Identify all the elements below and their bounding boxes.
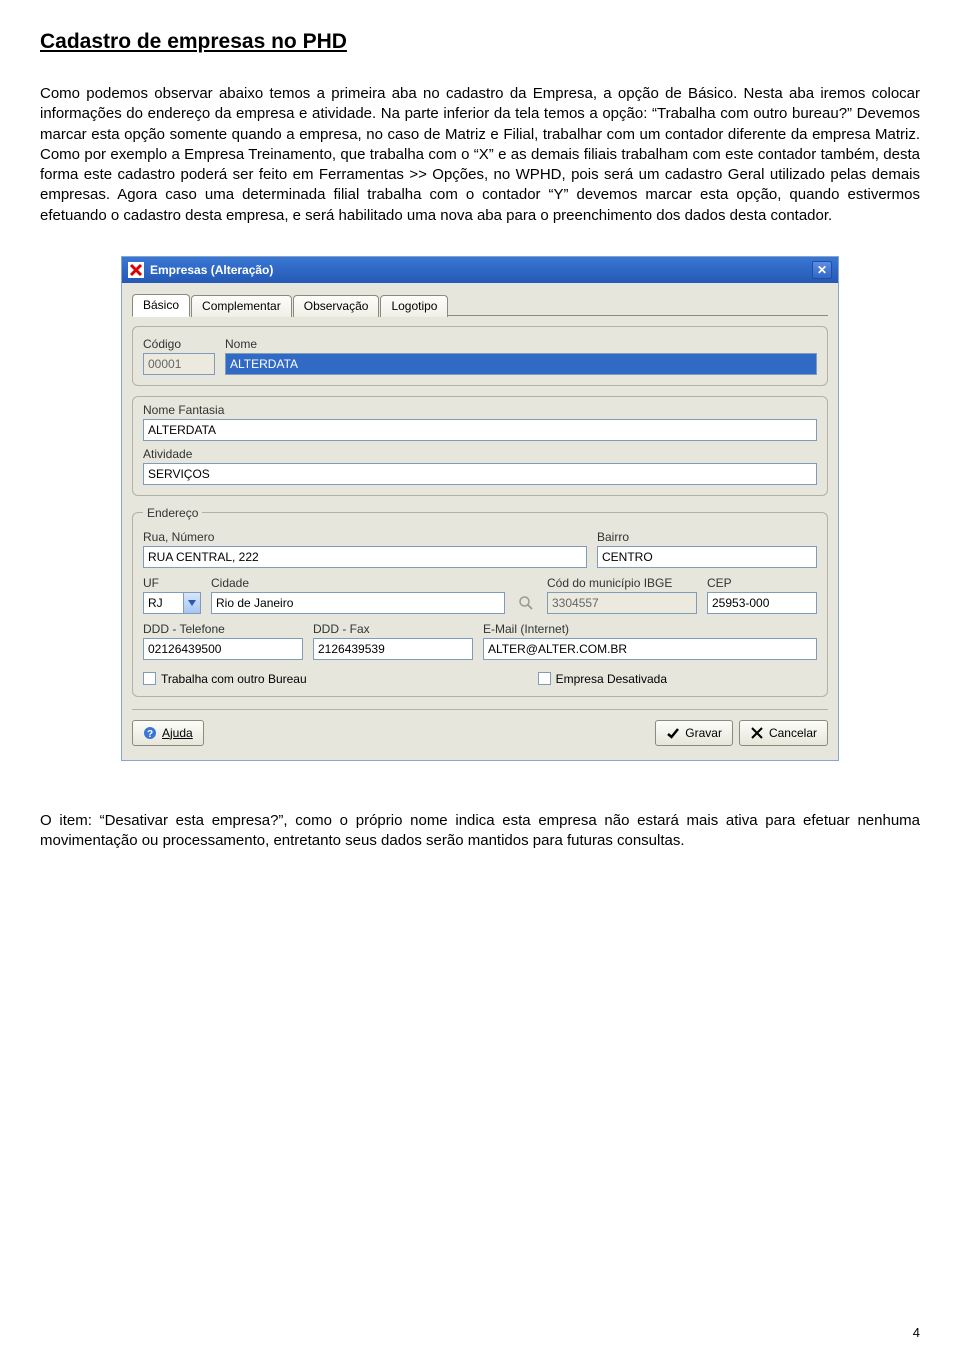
cancel-icon (750, 726, 764, 740)
nome-fantasia-input[interactable] (143, 419, 817, 441)
tab-bar: Básico Complementar Observação Logotipo (132, 293, 828, 316)
close-icon: ✕ (817, 264, 827, 276)
cancelar-label: Cancelar (769, 726, 817, 740)
uf-dropdown-button[interactable] (183, 592, 201, 614)
atividade-input[interactable] (143, 463, 817, 485)
group-fantasia-atividade: Nome Fantasia Atividade (132, 396, 828, 496)
checkbox-empresa-desativada[interactable]: Empresa Desativada (538, 672, 667, 686)
search-icon (518, 595, 534, 611)
label-cep: CEP (707, 576, 817, 590)
label-uf: UF (143, 576, 201, 590)
nome-input[interactable] (225, 353, 817, 375)
bairro-input[interactable] (597, 546, 817, 568)
label-cidade: Cidade (211, 576, 505, 590)
rua-input[interactable] (143, 546, 587, 568)
tab-observacao[interactable]: Observação (293, 295, 380, 317)
cep-input[interactable] (707, 592, 817, 614)
checkbox-label-desativada: Empresa Desativada (556, 672, 667, 686)
gravar-label: Gravar (685, 726, 722, 740)
label-rua: Rua, Número (143, 530, 587, 544)
label-email: E-Mail (Internet) (483, 622, 817, 636)
doc-outro: O item: “Desativar esta empresa?”, como … (40, 811, 920, 852)
group-codigo-nome: Código Nome (132, 326, 828, 386)
label-nome: Nome (225, 337, 817, 351)
ibge-input (547, 592, 697, 614)
doc-paragraph: Como podemos observar abaixo temos a pri… (40, 84, 920, 226)
gravar-button[interactable]: Gravar (655, 720, 733, 746)
app-icon (128, 262, 144, 278)
ajuda-button[interactable]: ? Ajuda (132, 720, 204, 746)
label-ddd-fax: DDD - Fax (313, 622, 473, 636)
checkbox-outro-bureau[interactable]: Trabalha com outro Bureau (143, 672, 307, 686)
email-input[interactable] (483, 638, 817, 660)
button-row: ? Ajuda Gravar Cancelar (132, 720, 828, 746)
label-ddd-tel: DDD - Telefone (143, 622, 303, 636)
ddd-tel-input[interactable] (143, 638, 303, 660)
svg-text:?: ? (147, 729, 153, 740)
checkbox-box-icon (538, 672, 551, 685)
close-button[interactable]: ✕ (812, 261, 832, 279)
label-ibge: Cód do município IBGE (547, 576, 697, 590)
chevron-down-icon (188, 600, 196, 606)
label-bairro: Bairro (597, 530, 817, 544)
separator (132, 709, 828, 710)
checkbox-box-icon (143, 672, 156, 685)
label-atividade: Atividade (143, 447, 817, 461)
codigo-input (143, 353, 215, 375)
titlebar: Empresas (Alteração) ✕ (122, 257, 838, 283)
window-title: Empresas (Alteração) (150, 263, 812, 277)
help-icon: ? (143, 726, 157, 740)
doc-heading: Cadastro de empresas no PHD (40, 30, 920, 54)
cancelar-button[interactable]: Cancelar (739, 720, 828, 746)
empresas-window: Empresas (Alteração) ✕ Básico Complement… (121, 256, 839, 761)
tab-complementar[interactable]: Complementar (191, 295, 292, 317)
check-icon (666, 726, 680, 740)
legend-endereco: Endereço (143, 506, 202, 520)
group-endereco: Endereço Rua, Número Bairro UF (132, 506, 828, 697)
label-nome-fantasia: Nome Fantasia (143, 403, 817, 417)
page-number: 4 (913, 1325, 920, 1340)
tab-basico[interactable]: Básico (132, 294, 190, 317)
ajuda-label: Ajuda (162, 726, 193, 740)
cidade-input[interactable] (211, 592, 505, 614)
ddd-fax-input[interactable] (313, 638, 473, 660)
tab-logotipo[interactable]: Logotipo (380, 295, 448, 317)
search-cidade-button[interactable] (515, 592, 537, 614)
checkbox-label-bureau: Trabalha com outro Bureau (161, 672, 307, 686)
label-codigo: Código (143, 337, 215, 351)
